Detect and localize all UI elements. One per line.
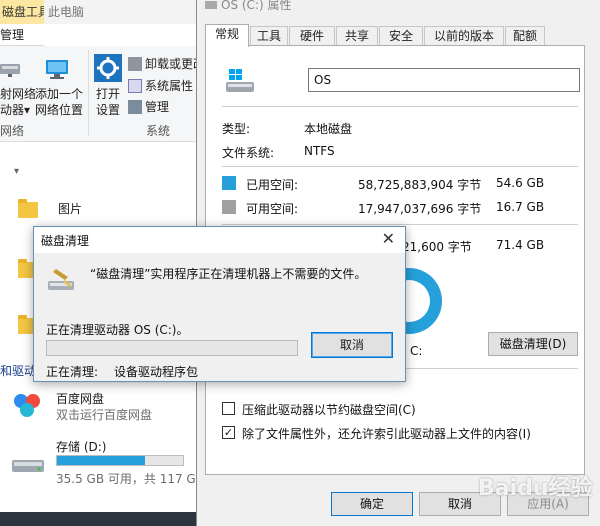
ok-button[interactable]: 确定 [331,492,413,516]
divider [222,106,578,107]
section-devices-drives[interactable]: 和驱动 [0,362,36,379]
explorer-ribbon-tabs: 磁盘工具 此电脑 [0,0,200,24]
manage-label: 管理 [145,100,170,114]
file-system-label: 文件系统: [222,146,275,160]
watermark: Baidu经验 [478,476,593,501]
add-network-location-button[interactable]: 添加一个 网络位置 [33,86,85,118]
system-properties-button[interactable]: 系统属性 [128,76,193,96]
used-space-gb: 54.6 GB [496,176,545,190]
compress-checkbox-label[interactable]: 压缩此驱动器以节约磁盘空间(C) [242,401,416,418]
dialog-drive-text: 正在清理驱动器 OS (C:)。 [46,323,189,337]
tab-manage[interactable]: 管理 [0,24,44,46]
dialog-cancel-button[interactable]: 取消 [311,332,393,358]
uninstall-programs-button[interactable]: 卸载或更改 [128,54,205,74]
type-label: 类型: [222,122,251,136]
tab-security[interactable]: 安全 [379,26,423,46]
tab-quota[interactable]: 配额 [505,26,545,46]
file-system-value: NTFS [304,144,335,158]
window-title-text: OS (C:) 属性 [221,0,292,12]
dialog-status-value: 设备驱动程序包 [114,365,199,379]
tab-hardware[interactable]: 硬件 [289,26,335,46]
used-space-label: 已用空间: [246,178,299,192]
system-properties-label: 系统属性 [145,79,194,93]
map-network-drive-button[interactable]: 射网络 动器▾ [0,86,36,118]
uninstall-icon [128,57,142,71]
used-space-bytes: 58,725,883,904 字节 [358,178,482,192]
drive-icon [205,1,217,9]
hard-drive-icon [12,458,46,474]
ribbon-separator [88,50,89,136]
disk-cleanup-button[interactable]: 磁盘清理(D) [488,332,578,356]
network-location-icon [44,58,70,80]
tab-this-pc[interactable]: 此电脑 [48,0,84,24]
tab-sharing[interactable]: 共享 [336,26,378,46]
list-item-drive-d[interactable]: 存储 (D:) [56,438,106,455]
drive-d-space-text: 35.5 GB 可用，共 117 GB [56,472,204,486]
drive-d-usage-fill [57,456,146,465]
index-checkbox[interactable]: ✓ [222,426,235,439]
folder-icon [18,199,38,218]
ribbon-group-system: 系统 [146,124,171,138]
baidu-netdisk-subtitle: 双击运行百度网盘 [56,408,153,422]
manage-button[interactable]: 管理 [128,97,169,117]
chevron-icon[interactable]: ▾ [14,166,19,177]
manage-icon [128,100,142,114]
ribbon-toolbar: 射网络 动器▾ 添加一个 网络位置 打开 设置 卸载或更改 系统属性 管理 网络… [0,46,205,142]
compress-checkbox[interactable] [222,402,235,415]
ribbon-group-network: 网络 [0,124,25,138]
index-checkbox-label[interactable]: 除了文件属性外，还允许索引此驱动器上文件的内容(I) [242,425,531,442]
disk-cleanup-dialog: 磁盘清理 ✕ “磁盘清理”实用程序正在清理机器上不需要的文件。 正在清理驱动器 … [33,226,406,382]
tab-general[interactable]: 常规 [205,24,249,47]
free-space-gb: 16.7 GB [496,200,545,214]
windows-drive-icon [226,68,256,94]
dialog-title-bar: 磁盘清理 ✕ [34,227,405,253]
capacity-gb: 71.4 GB [496,238,545,252]
open-settings-button[interactable]: 打开 设置 [92,86,124,118]
used-space-swatch [222,176,236,190]
dialog-title: 磁盘清理 [41,234,90,248]
gear-icon [94,54,122,82]
free-space-swatch [222,200,236,214]
divider [222,166,578,167]
list-item-pictures[interactable]: 图片 [58,200,82,217]
list-item-baidu-netdisk[interactable]: 百度网盘 [56,390,104,407]
dialog-status-label: 正在清理: [46,365,99,379]
taskbar-strip [0,512,200,526]
disk-cleanup-icon [46,267,78,295]
type-value: 本地磁盘 [304,122,353,136]
cleanup-progress-bar [46,340,298,356]
drive-letter-label: C: [410,344,423,358]
divider [222,224,578,225]
volume-name-input[interactable]: OS [308,68,580,92]
dialog-message: “磁盘清理”实用程序正在清理机器上不需要的文件。 [90,267,367,281]
drive-d-usage-bar [56,455,184,466]
window-title: OS (C:) 属性 [205,0,292,12]
map-network-drive-icon [0,60,22,78]
capacity-bytes: 21,600 字节 [402,240,472,254]
free-space-label: 可用空间: [246,202,299,216]
close-icon[interactable]: ✕ [382,229,395,249]
tab-drive-tools[interactable]: 磁盘工具 [0,0,44,24]
system-properties-icon [128,79,142,93]
tab-tools[interactable]: 工具 [250,26,288,46]
free-space-bytes: 17,947,037,696 字节 [358,202,482,216]
baidu-netdisk-icon [10,388,44,422]
tab-previous-versions[interactable]: 以前的版本 [424,26,504,46]
